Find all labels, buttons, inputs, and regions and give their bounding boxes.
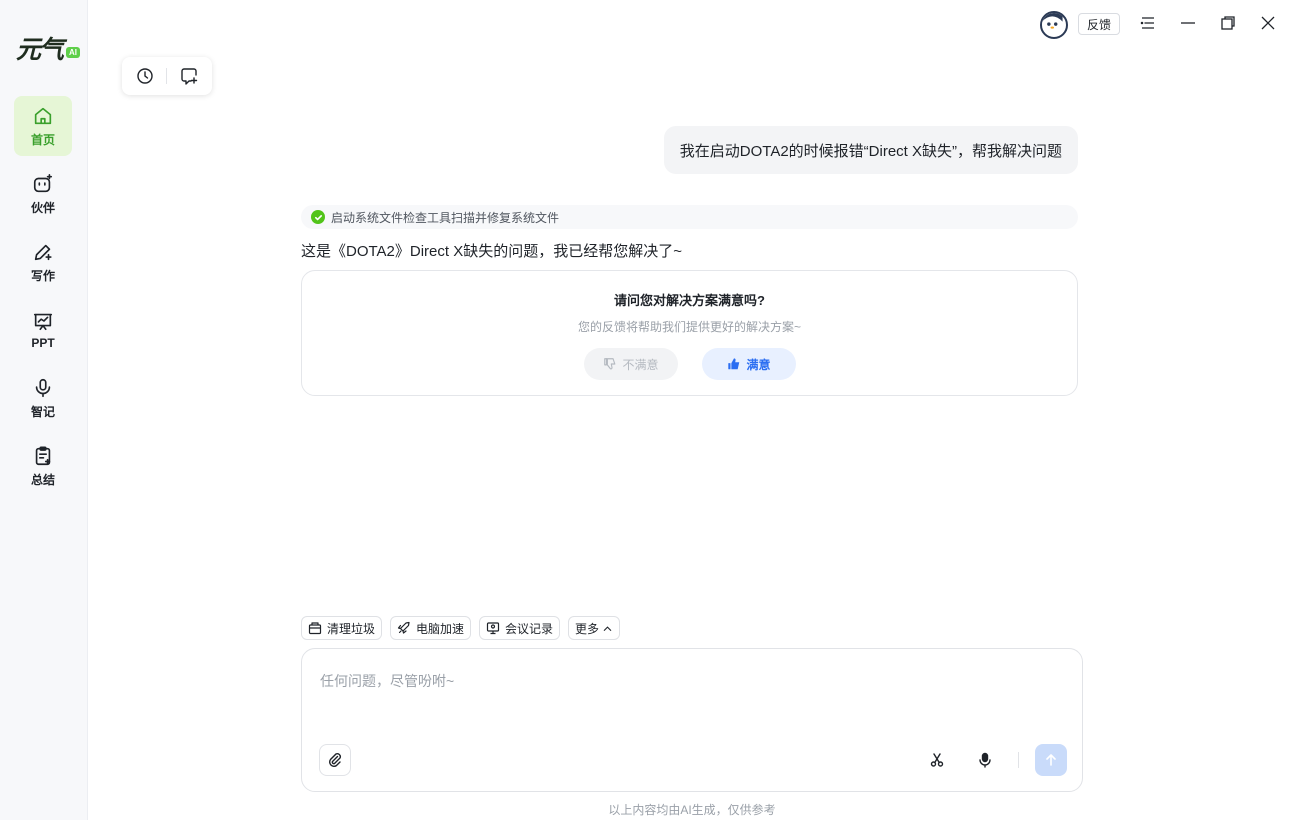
quick-action-label: 会议记录 (505, 621, 554, 636)
sidebar-item-writing[interactable]: 写作 (14, 232, 72, 292)
quick-actions: 清理垃圾 电脑加速 会议记录 更多 (301, 616, 621, 640)
more-button[interactable]: 更多 (568, 616, 621, 640)
new-chat-icon[interactable] (180, 67, 198, 85)
status-chip: 启动系统文件检查工具扫描并修复系统文件 (301, 205, 1078, 229)
quick-action-label: 清理垃圾 (327, 621, 376, 636)
minimize-icon[interactable] (1179, 14, 1197, 32)
sidebar-item-ppt[interactable]: PPT (14, 300, 72, 360)
sidebar-item-partner[interactable]: 伙伴 (14, 164, 72, 224)
sidebar-item-label: 伙伴 (30, 200, 55, 215)
divider (1018, 752, 1019, 768)
sidebar-item-label: 写作 (30, 268, 55, 283)
presentation-icon (33, 313, 53, 331)
history-icon[interactable] (136, 67, 154, 85)
partner-icon (33, 173, 53, 192)
voice-input-button[interactable] (972, 747, 998, 773)
pen-icon (34, 244, 52, 260)
sidebar-item-label: 智记 (30, 404, 55, 419)
microphone-icon (35, 378, 51, 397)
status-text: 启动系统文件检查工具扫描并修复系统文件 (331, 210, 560, 225)
trash-icon (308, 622, 322, 635)
speed-up-button[interactable]: 电脑加速 (390, 616, 472, 640)
rocket-icon (397, 621, 410, 634)
avatar[interactable] (1040, 11, 1068, 39)
sidebar-item-notes[interactable]: 智记 (14, 368, 72, 428)
user-message: 我在启动DOTA2的时候报错“Direct X缺失”，帮我解决问题 (663, 126, 1078, 174)
dislike-label: 不满意 (622, 357, 659, 372)
like-label: 满意 (746, 357, 771, 372)
clipboard-icon (35, 445, 51, 465)
logo-text: 元气 (16, 35, 64, 64)
sidebar: 元气 AI 首页 伙伴 写作 PPT 智记 总结 (0, 0, 88, 820)
app-logo[interactable]: 元气 AI (14, 30, 84, 64)
menu-icon[interactable] (1139, 14, 1157, 32)
scissors-icon (930, 753, 944, 767)
ai-disclaimer: 以上内容均由AI生成，仅供参考 (608, 803, 776, 817)
close-icon[interactable] (1259, 14, 1277, 32)
sidebar-item-label: 首页 (30, 132, 55, 147)
chevron-up-icon (603, 625, 612, 631)
message-composer (301, 648, 1083, 792)
message-input[interactable] (320, 669, 1060, 693)
logo-ai-badge: AI (66, 47, 80, 58)
microphone-icon (979, 752, 991, 768)
sidebar-item-home[interactable]: 首页 (14, 96, 72, 156)
restore-icon[interactable] (1219, 14, 1237, 32)
sidebar-item-label: PPT (31, 336, 55, 350)
meeting-notes-button[interactable]: 会议记录 (479, 616, 561, 640)
sidebar-item-label: 总结 (30, 472, 55, 487)
arrow-up-icon (1046, 754, 1056, 766)
quick-action-label: 更多 (575, 621, 600, 636)
meeting-icon (486, 622, 500, 635)
chat-tools (122, 57, 212, 95)
paperclip-icon (329, 753, 341, 767)
thumbs-up-icon (728, 358, 740, 370)
divider (166, 68, 168, 84)
assistant-message: 这是《DOTA2》Direct X缺失的问题，我已经帮您解决了~ (301, 243, 683, 260)
sidebar-item-summary[interactable]: 总结 (14, 436, 72, 496)
satisfaction-card: 请问您对解决方案满意吗? 您的反馈将帮助我们提供更好的解决方案~ 不满意 满意 (301, 270, 1078, 396)
home-icon (34, 107, 52, 124)
survey-subtitle: 您的反馈将帮助我们提供更好的解决方案~ (577, 320, 801, 334)
screenshot-button[interactable] (924, 747, 950, 773)
feedback-button[interactable]: 反馈 (1078, 13, 1120, 35)
thumbs-down-icon (604, 358, 616, 370)
attach-button[interactable] (319, 744, 351, 776)
send-button[interactable] (1035, 744, 1067, 776)
like-button[interactable]: 满意 (702, 348, 796, 380)
clean-junk-button[interactable]: 清理垃圾 (301, 616, 383, 640)
quick-action-label: 电脑加速 (416, 621, 465, 636)
survey-title: 请问您对解决方案满意吗? (614, 293, 765, 308)
dislike-button[interactable]: 不满意 (584, 348, 678, 380)
penguin-avatar-icon (1042, 13, 1063, 34)
check-circle-icon (311, 210, 325, 224)
